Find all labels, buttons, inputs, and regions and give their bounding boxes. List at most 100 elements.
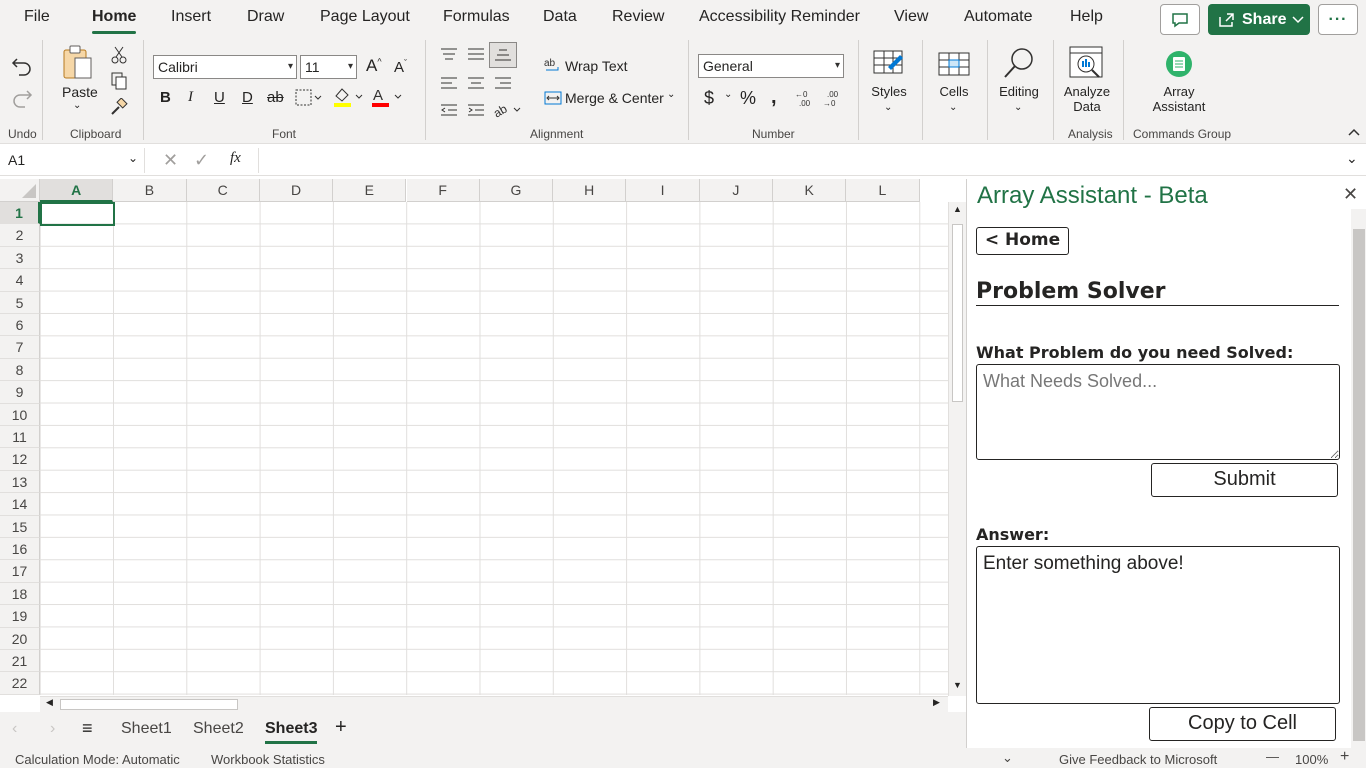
analyze-data-button[interactable]: Analyze Data — [1058, 84, 1116, 114]
pane-scroll-thumb[interactable] — [1353, 229, 1365, 741]
column-header[interactable]: D — [259, 179, 334, 202]
bold-icon[interactable]: B — [160, 89, 171, 106]
feedback-link[interactable]: Give Feedback to Microsoft — [1059, 752, 1217, 767]
strikethrough-icon[interactable]: ab — [267, 89, 284, 106]
column-header[interactable]: B — [113, 179, 187, 202]
copy-to-cell-button[interactable]: Copy to Cell — [1149, 707, 1336, 741]
row-header[interactable]: 2 — [0, 224, 40, 247]
decrease-indent-icon[interactable] — [437, 100, 461, 120]
borders-icon[interactable] — [294, 88, 324, 108]
number-format-select[interactable]: General ▾ — [698, 54, 844, 78]
tab-review[interactable]: Review — [612, 8, 664, 26]
paste-icon[interactable] — [60, 43, 96, 83]
row-header[interactable]: 12 — [0, 448, 40, 471]
array-assistant-icon[interactable] — [1163, 48, 1195, 80]
collapse-ribbon-icon[interactable] — [1346, 124, 1362, 140]
row-header[interactable]: 4 — [0, 269, 40, 292]
row-header[interactable]: 21 — [0, 650, 40, 673]
tab-view[interactable]: View — [894, 8, 928, 26]
column-header[interactable]: A — [40, 179, 114, 202]
submit-button[interactable]: Submit — [1151, 463, 1338, 497]
font-size-select[interactable]: 11 ▾ — [300, 55, 357, 79]
chevron-down-icon[interactable]: ⌄ — [73, 100, 81, 111]
align-middle-icon[interactable] — [464, 44, 488, 64]
search-icon[interactable] — [1001, 45, 1037, 81]
chevron-down-icon[interactable]: ⌄ — [949, 102, 957, 113]
column-header[interactable]: E — [333, 179, 407, 202]
zoom-in-icon[interactable]: + — [1340, 748, 1349, 766]
tab-page-layout[interactable]: Page Layout — [320, 8, 410, 26]
active-cell-a1[interactable] — [40, 202, 115, 226]
tab-data[interactable]: Data — [543, 8, 577, 26]
align-right-icon[interactable] — [491, 73, 515, 93]
increase-decimal-icon[interactable]: ←0.00 — [793, 87, 817, 109]
underline-icon[interactable]: U — [214, 89, 225, 106]
font-name-select[interactable]: Calibri ▾ — [153, 55, 297, 79]
align-left-icon[interactable] — [437, 73, 461, 93]
row-header[interactable]: 5 — [0, 291, 40, 314]
redo-icon[interactable] — [8, 84, 36, 112]
scroll-left-icon[interactable]: ◀ — [46, 697, 53, 708]
zoom-level[interactable]: 100% — [1295, 752, 1328, 767]
column-header[interactable]: I — [626, 179, 700, 202]
paste-label[interactable]: Paste — [62, 84, 98, 100]
currency-icon[interactable]: $ — [704, 88, 714, 109]
problem-input[interactable] — [976, 364, 1340, 460]
styles-icon[interactable] — [871, 46, 907, 80]
row-header[interactable]: 3 — [0, 246, 40, 270]
percent-icon[interactable]: % — [740, 88, 756, 109]
chevron-down-icon[interactable]: ⌄ — [1002, 750, 1013, 766]
row-header[interactable]: 6 — [0, 314, 40, 337]
column-header[interactable]: K — [773, 179, 847, 202]
row-header[interactable]: 13 — [0, 470, 40, 494]
horizontal-scrollbar[interactable]: ◀ ▶ — [40, 696, 948, 712]
row-header[interactable]: 11 — [0, 426, 40, 449]
tab-accessibility-reminder[interactable]: Accessibility Reminder — [699, 8, 860, 26]
align-center-icon[interactable] — [464, 73, 488, 93]
cells-button[interactable]: Cells — [931, 84, 977, 99]
chevron-down-icon[interactable]: ⌄ — [667, 89, 675, 100]
row-header[interactable]: 9 — [0, 381, 40, 404]
decrease-decimal-icon[interactable]: .00 →0 — [821, 87, 845, 109]
close-icon[interactable]: ✕ — [1343, 184, 1358, 205]
tab-draw[interactable]: Draw — [247, 8, 284, 26]
row-header[interactable]: 22 — [0, 672, 40, 695]
wrap-text-button[interactable]: Wrap Text — [565, 58, 628, 74]
workbook-statistics[interactable]: Workbook Statistics — [211, 752, 325, 767]
format-painter-icon[interactable] — [108, 96, 130, 118]
row-header[interactable]: 16 — [0, 538, 40, 561]
chevron-down-icon[interactable]: ⌄ — [884, 102, 892, 113]
name-box[interactable]: A1 ⌄ — [4, 148, 145, 173]
scroll-up-icon[interactable]: ▲ — [953, 204, 962, 214]
share-button[interactable]: Share — [1208, 4, 1310, 35]
scroll-down-icon[interactable]: ▼ — [953, 680, 962, 690]
scroll-right-icon[interactable]: ▶ — [933, 697, 940, 708]
next-sheet-icon[interactable]: › — [50, 720, 55, 738]
editing-button[interactable]: Editing — [994, 84, 1044, 99]
home-button[interactable]: < Home — [976, 227, 1069, 255]
pane-scrollbar[interactable] — [1351, 209, 1366, 748]
cancel-icon[interactable]: ✕ — [163, 150, 178, 171]
insert-function-icon[interactable]: fx — [230, 150, 241, 167]
answer-output[interactable]: Enter something above! — [976, 546, 1340, 704]
array-assistant-button[interactable]: Array Assistant — [1146, 84, 1212, 114]
tab-home[interactable]: Home — [92, 8, 137, 34]
sheet-list-icon[interactable]: ≡ — [82, 718, 93, 739]
vertical-scroll-thumb[interactable] — [952, 224, 963, 402]
italic-icon[interactable]: I — [188, 89, 193, 106]
row-header[interactable]: 8 — [0, 358, 40, 382]
zoom-out-icon[interactable]: — — [1266, 749, 1279, 764]
row-header[interactable]: 10 — [0, 403, 40, 426]
add-sheet-icon[interactable]: + — [335, 716, 347, 739]
tab-formulas[interactable]: Formulas — [443, 8, 510, 26]
row-header[interactable]: 1 — [0, 202, 40, 225]
row-header[interactable]: 18 — [0, 582, 40, 606]
vertical-scrollbar[interactable]: ▲ ▼ — [948, 202, 966, 696]
row-header[interactable]: 20 — [0, 627, 40, 650]
styles-button[interactable]: Styles — [866, 84, 912, 99]
row-header[interactable]: 14 — [0, 493, 40, 516]
copy-icon[interactable] — [108, 70, 130, 92]
column-header[interactable]: L — [846, 179, 920, 202]
align-top-icon[interactable] — [437, 44, 461, 64]
decrease-font-icon[interactable]: Aˇ — [394, 58, 407, 76]
